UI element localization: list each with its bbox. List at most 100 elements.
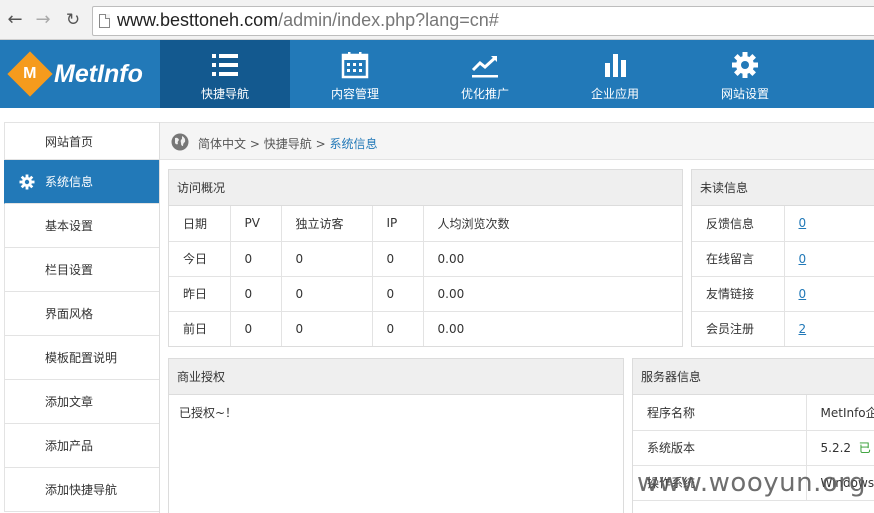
sidebar-item-column-settings[interactable]: 栏目设置 — [4, 248, 159, 292]
column-header: 独立访客 — [281, 206, 373, 242]
table-row: 昨日 0 0 0 0.00 — [169, 276, 682, 312]
table-cell: 今日 — [169, 241, 231, 277]
sidebar-item-label: 模板配置说明 — [45, 351, 118, 365]
watermark-text: www.wooyun.org — [636, 468, 866, 498]
table-cell: 0.00 — [437, 321, 465, 336]
nav-enterprise-apps[interactable]: 企业应用 — [550, 40, 680, 108]
sidebar-item-system-info[interactable]: 系统信息 — [4, 160, 159, 204]
breadcrumb-current: 系统信息 — [329, 137, 378, 151]
table-row: 系统版本 5.2.2 已 — [633, 430, 874, 466]
address-bar[interactable]: www.besttoneh.com/admin/index.php?lang=c… — [92, 6, 874, 36]
bar-chart-icon — [605, 54, 626, 77]
nav-label: 网站设置 — [720, 87, 769, 101]
panel-title: 服务器信息 — [633, 359, 874, 395]
table-cell: 0 — [372, 241, 424, 277]
breadcrumb-separator: > — [315, 137, 326, 151]
left-sidebar: 网站首页 系统信息 基本设置 栏目设置 界面风格 模板配置说明 添加文章 添加产… — [4, 122, 160, 513]
sidebar-item-template-config[interactable]: 模板配置说明 — [4, 336, 159, 380]
nav-label: 快捷导航 — [200, 87, 249, 101]
breadcrumb-lang[interactable]: 简体中文 — [198, 137, 246, 151]
logo-mark-icon: M — [7, 51, 53, 97]
table-cell: 在线留言 — [692, 241, 785, 277]
metinfo-logo[interactable]: M MetInfo — [7, 51, 143, 97]
message-count-link[interactable]: 0 — [799, 252, 807, 266]
panel-title: 访问概况 — [169, 170, 682, 206]
list-icon — [212, 54, 238, 76]
table-row: 程序名称 MetInfo企 — [633, 395, 874, 431]
table-row: 在线留言 0 — [692, 241, 874, 277]
license-panel: 商业授权 已授权~！ — [168, 358, 624, 513]
table-cell: 0 — [784, 276, 874, 312]
panel-title: 商业授权 — [169, 359, 623, 395]
table-row: 今日 0 0 0 0.00 — [169, 241, 682, 277]
unread-panel: 未读信息 反馈信息 0 在线留言 0 友情链接 0 会员注册 2 — [691, 169, 874, 347]
table-row: 反馈信息 0 — [692, 206, 874, 242]
sidebar-item-label: 栏目设置 — [45, 263, 94, 277]
sidebar-item-label: 网站首页 — [45, 135, 94, 149]
panel-title: 未读信息 — [692, 170, 874, 206]
breadcrumb-section[interactable]: 快捷导航 — [264, 137, 312, 151]
reload-icon[interactable]: ↻ — [62, 9, 84, 31]
table-cell: 0 — [372, 276, 424, 312]
feedback-count-link[interactable]: 0 — [799, 216, 807, 230]
sidebar-item-add-shortcut[interactable]: 添加快捷导航 — [4, 468, 159, 512]
sidebar-item-label: 添加文章 — [45, 395, 94, 409]
table-row: 会员注册 2 — [692, 311, 874, 346]
sidebar-item-home[interactable]: 网站首页 — [4, 122, 159, 160]
nav-content-management[interactable]: 内容管理 — [290, 40, 420, 108]
globe-icon — [171, 133, 189, 151]
logo-text: MetInfo — [54, 59, 143, 88]
nav-site-settings[interactable]: 网站设置 — [680, 40, 810, 108]
browser-toolbar: ← → ↻ www.besttoneh.com/admin/index.php?… — [0, 0, 874, 40]
table-cell: MetInfo企 — [806, 395, 874, 431]
sidebar-item-add-product[interactable]: 添加产品 — [4, 424, 159, 468]
forward-arrow-icon[interactable]: → — [32, 9, 54, 31]
column-header: IP — [372, 206, 424, 242]
breadcrumb-separator: > — [249, 137, 260, 151]
breadcrumb-trail: 简体中文 > 快捷导航 > 系统信息 — [198, 135, 377, 152]
sidebar-item-label: 系统信息 — [45, 175, 94, 189]
table-row: 前日 0 0 0 0.00 — [169, 311, 682, 346]
table-cell: 0.00 — [423, 276, 682, 312]
url-text[interactable]: www.besttoneh.com/admin/index.php?lang=c… — [117, 10, 499, 31]
links-count-link[interactable]: 0 — [799, 287, 807, 301]
table-cell: 会员注册 — [692, 311, 785, 346]
nav-label: 优化推广 — [460, 87, 509, 101]
table-cell: 5.2.2 已 — [806, 430, 874, 466]
sidebar-item-basic-settings[interactable]: 基本设置 — [4, 204, 159, 248]
version-status: 已 — [858, 441, 871, 455]
sidebar-item-add-article[interactable]: 添加文章 — [4, 380, 159, 424]
table-cell: 0 — [784, 241, 874, 277]
table-cell: 0 — [281, 311, 373, 346]
table-cell: 0 — [230, 276, 282, 312]
visits-table: 日期 PV 独立访客 IP 人均浏览次数 今日 0 0 0 0.00 昨日 0 … — [169, 206, 682, 346]
member-count-link[interactable]: 2 — [799, 322, 807, 336]
table-cell: 反馈信息 — [692, 206, 785, 242]
breadcrumb: 简体中文 > 快捷导航 > 系统信息 — [160, 122, 874, 160]
visits-panel: 访问概况 日期 PV 独立访客 IP 人均浏览次数 今日 0 0 0 0.00 … — [168, 169, 683, 347]
table-row: 友情链接 0 — [692, 276, 874, 312]
table-cell: 0 — [281, 276, 373, 312]
nav-quick-navigation[interactable]: 快捷导航 — [160, 40, 290, 108]
table-header-row: 日期 PV 独立访客 IP 人均浏览次数 — [169, 206, 682, 242]
table-cell: 前日 — [169, 311, 231, 346]
table-cell: 程序名称 — [633, 395, 807, 431]
table-cell: 0 — [281, 241, 373, 277]
sidebar-item-interface-style[interactable]: 界面风格 — [4, 292, 159, 336]
unread-table: 反馈信息 0 在线留言 0 友情链接 0 会员注册 2 — [692, 206, 874, 346]
sidebar-item-label: 添加快捷导航 — [45, 483, 118, 497]
sidebar-item-label: 基本设置 — [45, 219, 94, 233]
gear-icon — [19, 174, 35, 190]
table-cell: 系统版本 — [633, 430, 807, 466]
license-status: 已授权~！ — [179, 406, 238, 420]
back-arrow-icon[interactable]: ← — [4, 9, 26, 31]
table-cell: 2 — [784, 311, 874, 346]
table-cell: 0.00 — [423, 241, 682, 277]
version-value: 5.2.2 — [820, 441, 852, 455]
nav-optimization[interactable]: 优化推广 — [420, 40, 550, 108]
sidebar-item-label: 添加产品 — [45, 439, 94, 453]
nav-label: 内容管理 — [330, 87, 379, 101]
table-cell: 昨日 — [169, 276, 231, 312]
table-cell: 0 — [372, 311, 424, 346]
table-cell: 0 — [230, 241, 282, 277]
